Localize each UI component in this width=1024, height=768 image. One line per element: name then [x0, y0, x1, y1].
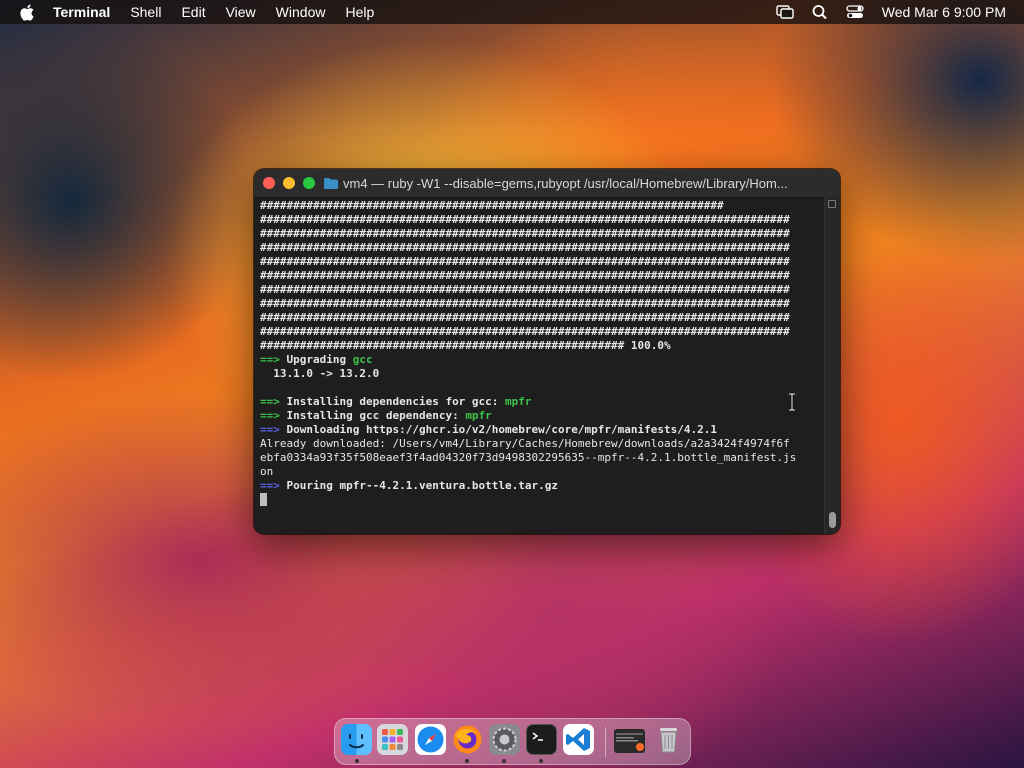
- version-line: 13.1.0 -> 13.2.0: [260, 367, 380, 380]
- folder-icon: [324, 177, 338, 189]
- dock-running-indicator: [465, 759, 469, 763]
- progress-line: ########################################…: [260, 269, 790, 282]
- scrollbar-thumb[interactable]: [829, 512, 836, 528]
- close-button[interactable]: [263, 177, 275, 189]
- vscode-icon[interactable]: [563, 724, 594, 755]
- dep-line: ==> Installing gcc dependency: mpfr: [260, 409, 492, 422]
- terminal-output[interactable]: ########################################…: [260, 199, 820, 529]
- launchpad-icon[interactable]: [377, 724, 408, 755]
- ibeam-cursor-icon: [789, 393, 795, 411]
- deps-line: ==> Installing dependencies for gcc: mpf…: [260, 395, 532, 408]
- progress-line: ########################################…: [260, 311, 790, 324]
- progress-line: ########################################…: [260, 255, 790, 268]
- menu-help[interactable]: Help: [345, 0, 374, 24]
- dock-running-indicator: [539, 759, 543, 763]
- progress-line: ########################################…: [260, 325, 790, 338]
- already-downloaded-line: ebfa0334a93f35f508eaef3f4ad04320f73d9498…: [260, 451, 797, 464]
- progress-line: ########################################…: [260, 227, 790, 240]
- zoom-button[interactable]: [303, 177, 315, 189]
- finder-icon[interactable]: [341, 724, 372, 755]
- progress-line: ########################################…: [260, 297, 790, 310]
- menu-clock[interactable]: Wed Mar 6 9:00 PM: [882, 4, 1006, 20]
- window-title: vm4 — ruby -W1 --disable=gems,rubyopt /u…: [343, 175, 788, 191]
- text-cursor: [260, 493, 267, 506]
- menu-app-name[interactable]: Terminal: [53, 0, 110, 24]
- screen-mirroring-icon[interactable]: [776, 4, 794, 20]
- safari-icon[interactable]: [415, 724, 446, 755]
- firefox-icon[interactable]: [452, 724, 483, 755]
- progress-line: ########################################…: [260, 241, 790, 254]
- download-line: ==> Downloading https://ghcr.io/v2/homeb…: [260, 423, 717, 436]
- dock-running-indicator: [502, 759, 506, 763]
- pouring-line: ==> Pouring mpfr--4.2.1.ventura.bottle.t…: [260, 479, 559, 492]
- progress-line-final: ########################################…: [260, 339, 671, 352]
- dock: [334, 718, 691, 765]
- apple-menu-icon[interactable]: [19, 4, 35, 21]
- menu-window[interactable]: Window: [276, 0, 326, 24]
- window-titlebar[interactable]: vm4 — ruby -W1 --disable=gems,rubyopt /u…: [254, 169, 840, 198]
- dock-running-indicator: [355, 759, 359, 763]
- progress-line: ########################################…: [260, 199, 724, 212]
- menu-edit[interactable]: Edit: [181, 0, 205, 24]
- scrollbar[interactable]: [824, 197, 840, 534]
- terminal-app-icon[interactable]: [526, 724, 557, 755]
- menu-bar: Terminal Shell Edit View Window Help Wed…: [0, 0, 1024, 24]
- control-center-icon[interactable]: [846, 4, 864, 20]
- cursor-line: [260, 493, 820, 507]
- system-settings-icon[interactable]: [489, 724, 520, 755]
- scrollbar-cap: [828, 200, 836, 208]
- progress-line: ########################################…: [260, 213, 790, 226]
- terminal-window-thumbnail-icon[interactable]: [614, 729, 645, 753]
- already-downloaded-line: Already downloaded: /Users/vm4/Library/C…: [260, 437, 790, 450]
- minimize-button[interactable]: [283, 177, 295, 189]
- search-icon[interactable]: [811, 4, 829, 20]
- already-downloaded-line: on: [260, 465, 274, 478]
- upgrading-line: ==> Upgrading gcc: [260, 353, 373, 366]
- progress-line: ########################################…: [260, 283, 790, 296]
- dock-separator: [605, 727, 606, 757]
- menu-shell[interactable]: Shell: [130, 0, 161, 24]
- menu-view[interactable]: View: [226, 0, 256, 24]
- trash-icon[interactable]: [653, 724, 684, 755]
- terminal-window[interactable]: vm4 — ruby -W1 --disable=gems,rubyopt /u…: [254, 169, 840, 534]
